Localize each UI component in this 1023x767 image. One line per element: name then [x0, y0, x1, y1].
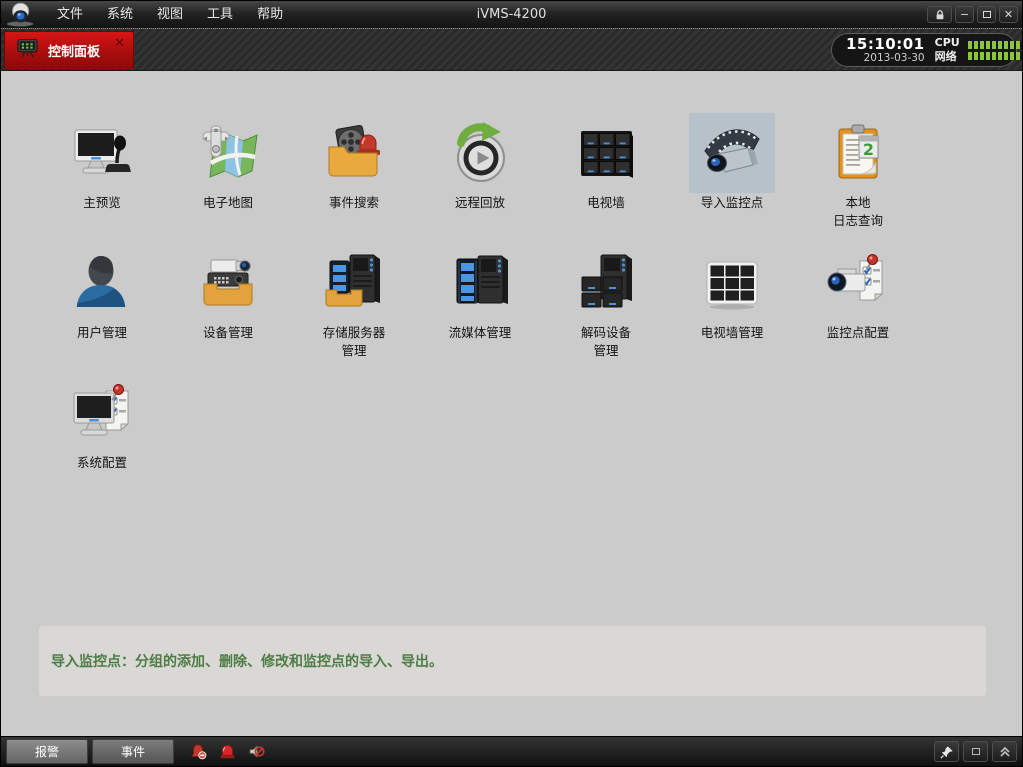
grid-item-label: 远程回放	[455, 195, 505, 211]
clock-date: 2013-03-30	[846, 52, 925, 64]
close-button[interactable]: ✕	[999, 6, 1018, 23]
grid-item-emap[interactable]: 电子地图	[165, 113, 291, 243]
tv-wall-icon	[563, 113, 649, 193]
grid-item-storage-server-management[interactable]: 存储服务器 管理	[291, 243, 417, 373]
grid-item-camera-configuration[interactable]: 监控点配置	[795, 243, 921, 373]
grid-item-tv-wall-management[interactable]: 电视墙管理	[669, 243, 795, 373]
grid-item-label: 主预览	[83, 195, 121, 211]
cctv-camera-logo-icon	[3, 2, 41, 28]
menu-help[interactable]: 帮助	[245, 1, 295, 28]
grid-item-import-camera[interactable]: 导入监控点	[669, 113, 795, 243]
svg-text:2: 2	[863, 140, 874, 159]
stream-media-management-icon	[437, 243, 523, 323]
alarm-tab[interactable]: 报警	[6, 739, 88, 764]
grid-item-stream-media-management[interactable]: 流媒体管理	[417, 243, 543, 373]
menu-system[interactable]: 系统	[95, 1, 145, 28]
alarm-siren-icon[interactable]	[219, 743, 236, 760]
restore-panel-button[interactable]	[963, 741, 988, 762]
grid-item-label: 电视墙	[587, 195, 625, 211]
grid-item-label: 电子地图	[203, 195, 253, 211]
menu-tools[interactable]: 工具	[195, 1, 245, 28]
system-configuration-icon	[59, 373, 145, 453]
menu-bar: 文件 系统 视图 工具 帮助	[45, 1, 295, 28]
module-grid: 主预览	[39, 113, 921, 503]
maximize-button[interactable]	[977, 6, 996, 23]
status-bar: 报警 事件	[1, 736, 1022, 766]
tv-wall-management-icon	[689, 243, 775, 323]
local-log-search-icon: 2	[815, 113, 901, 193]
tab-close-icon[interactable]: ✕	[114, 37, 125, 50]
camera-configuration-icon	[815, 243, 901, 323]
grid-item-label: 电视墙管理	[701, 325, 764, 341]
grid-item-remote-playback[interactable]: 远程回放	[417, 113, 543, 243]
grid-item-label2: 管理	[593, 343, 618, 359]
emap-icon	[185, 113, 271, 193]
cpu-label: CPU	[935, 36, 960, 50]
mute-alarm-icon[interactable]	[190, 743, 207, 760]
audio-off-icon[interactable]	[248, 743, 265, 760]
network-usage-meter	[968, 52, 1023, 60]
grid-item-label2: 管理	[341, 343, 366, 359]
tab-control-panel-label: 控制面板	[48, 41, 100, 60]
window-controls: − ✕	[927, 6, 1018, 23]
pin-panel-button[interactable]	[934, 741, 959, 762]
ivms-window: 文件 系统 视图 工具 帮助 iVMS-4200 − ✕	[0, 0, 1023, 767]
grid-item-decoding-device-management[interactable]: 解码设备 管理	[543, 243, 669, 373]
cpu-usage-meter	[968, 41, 1023, 49]
grid-item-system-configuration[interactable]: 系统配置	[39, 373, 165, 503]
minimize-button[interactable]: −	[955, 6, 974, 23]
grid-item-label: 导入监控点	[701, 195, 764, 211]
module-description-text: 导入监控点：分组的添加、删除、修改和监控点的导入、导出。	[39, 651, 443, 671]
user-management-icon	[59, 243, 145, 323]
collapse-panel-button[interactable]	[992, 741, 1017, 762]
module-description-panel: 导入监控点：分组的添加、删除、修改和监控点的导入、导出。	[39, 626, 986, 696]
chevron-up-double-icon	[999, 746, 1011, 758]
event-search-icon	[311, 113, 397, 193]
control-panel-main: 主预览	[1, 71, 1022, 736]
pin-icon	[940, 745, 954, 759]
grid-item-label: 监控点配置	[827, 325, 890, 341]
titlebar: 文件 系统 视图 工具 帮助 iVMS-4200 − ✕	[1, 1, 1022, 29]
grid-item-tv-wall[interactable]: 电视墙	[543, 113, 669, 243]
grid-item-label: 设备管理	[203, 325, 253, 341]
grid-item-label: 事件搜索	[329, 195, 379, 211]
grid-item-label: 解码设备	[581, 325, 631, 341]
grid-item-device-management[interactable]: 设备管理	[165, 243, 291, 373]
menu-view[interactable]: 视图	[145, 1, 195, 28]
menu-file[interactable]: 文件	[45, 1, 95, 28]
tab-bar: 控制面板 ✕ 15:10:01 2013-03-30 CPU 网络	[1, 29, 1022, 71]
tab-control-panel[interactable]: 控制面板 ✕	[4, 31, 134, 69]
system-status-pill: 15:10:01 2013-03-30 CPU 网络	[831, 33, 1017, 67]
grid-item-label: 流媒体管理	[449, 325, 512, 341]
network-label: 网络	[935, 50, 960, 64]
grid-item-label: 存储服务器	[323, 325, 386, 341]
main-preview-icon	[59, 113, 145, 193]
grid-item-local-log-search[interactable]: 2 本地 日志查询	[795, 113, 921, 243]
grid-item-user-management[interactable]: 用户管理	[39, 243, 165, 373]
event-tab[interactable]: 事件	[92, 739, 174, 764]
lock-icon	[934, 9, 946, 21]
maximize-icon	[983, 11, 991, 18]
device-management-icon	[185, 243, 271, 323]
clock-time: 15:10:01	[846, 36, 925, 52]
grid-item-label: 本地	[845, 195, 870, 211]
decoding-device-management-icon	[563, 243, 649, 323]
window-title: iVMS-4200	[477, 7, 547, 22]
grid-item-label: 用户管理	[77, 325, 127, 341]
grid-item-label: 系统配置	[77, 455, 127, 471]
control-panel-icon	[17, 38, 38, 63]
grid-item-event-search[interactable]: 事件搜索	[291, 113, 417, 243]
restore-panel-icon	[972, 748, 980, 755]
lock-button[interactable]	[927, 6, 952, 23]
import-camera-icon	[689, 113, 775, 193]
grid-item-main-preview[interactable]: 主预览	[39, 113, 165, 243]
storage-server-management-icon	[311, 243, 397, 323]
remote-playback-icon	[437, 113, 523, 193]
grid-item-label2: 日志查询	[833, 213, 883, 229]
